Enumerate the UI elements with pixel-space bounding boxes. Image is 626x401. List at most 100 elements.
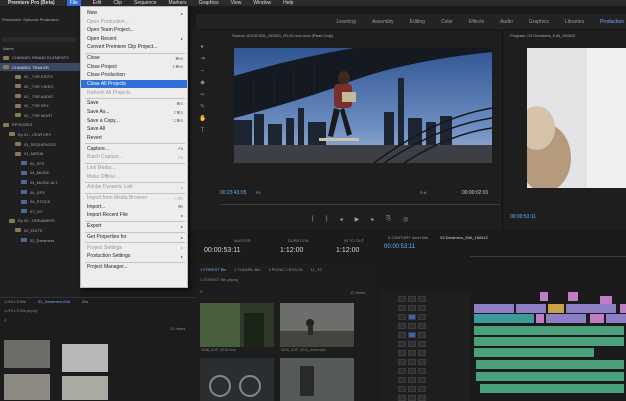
workspace-assembly[interactable]: Assembly [372, 19, 394, 25]
workspace-graphics[interactable]: Graphics [529, 19, 549, 25]
track-toggle-button[interactable] [408, 359, 416, 365]
project-tree-item[interactable]: CHANNEL BRAND ELEMENTS [0, 54, 80, 62]
video-clip[interactable] [516, 304, 546, 313]
file-menu-item[interactable]: Export ▸ [81, 222, 187, 230]
menu-help[interactable]: Help [283, 0, 293, 6]
tab-tunnel-bin[interactable]: 2 TUNNEL Bin [234, 267, 260, 272]
audio-clip[interactable] [476, 372, 624, 381]
video-clip[interactable] [540, 292, 548, 301]
audio-clip[interactable] [476, 360, 624, 369]
ripple-tool-icon[interactable]: ⇔ [199, 68, 206, 75]
project-tree-item[interactable]: 07_VO [0, 207, 80, 215]
project-search-input[interactable] [2, 37, 76, 42]
lower-left-thumb[interactable] [4, 374, 50, 400]
track-toggle-button[interactable] [398, 359, 406, 365]
video-clip[interactable] [590, 314, 604, 323]
track-toggle-button[interactable] [398, 314, 406, 320]
track-toggle-button[interactable] [398, 395, 406, 401]
tab-forest-bin[interactable]: 1 FOREST Bin [200, 267, 226, 272]
project-tree-item[interactable]: 02_Dreamers [0, 236, 80, 244]
razor-tool-icon[interactable]: ◆ [199, 80, 206, 87]
tab-century-short-film[interactable]: 0-CENTURY short film [388, 235, 428, 240]
track-toggle-button[interactable] [418, 368, 426, 374]
track-toggle-button[interactable] [418, 305, 426, 311]
file-menu-item[interactable]: Convert Premiere Clip Project... [81, 43, 187, 51]
step-forward-icon[interactable]: ▸ [371, 216, 374, 223]
tab-bin[interactable]: Bin [82, 299, 88, 304]
workspace-editing[interactable]: Editing [410, 19, 425, 25]
timeline-timecode[interactable]: 00:00:53:11 [384, 244, 415, 250]
file-menu-item[interactable]: Close Production [81, 71, 187, 79]
menu-graphics[interactable]: Graphics [199, 0, 219, 6]
file-menu-item[interactable]: Import... ⌘I [81, 203, 187, 211]
bin-search-icon[interactable]: ⌕ [200, 289, 206, 295]
insert-icon[interactable]: ⎘ [386, 216, 391, 223]
workspace-libraries[interactable]: Libraries [565, 19, 584, 25]
program-video-frame[interactable] [527, 48, 626, 188]
slip-tool-icon[interactable]: ⇿ [199, 92, 206, 99]
bin-thumbnail[interactable] [200, 358, 274, 401]
tab-dreamers-edit[interactable]: 03_Dreamers Edit [38, 299, 70, 304]
bin-thumbnail[interactable] [200, 303, 274, 347]
lower-left-search-icon[interactable]: ⌕ [4, 318, 10, 324]
audio-clip[interactable] [474, 337, 624, 346]
track-toggle-button[interactable] [418, 332, 426, 338]
video-clip[interactable] [568, 292, 578, 301]
file-menu-item[interactable]: Capture... F5 [81, 145, 187, 153]
track-toggle-button[interactable] [418, 359, 426, 365]
track-toggle-button[interactable] [418, 395, 426, 401]
project-tree-item[interactable]: 00 _TSR EDITS [0, 73, 80, 81]
file-menu-item[interactable]: Open Recent ▸ [81, 35, 187, 43]
file-menu-item[interactable]: New ▸ [81, 9, 187, 17]
track-toggle-button[interactable] [408, 305, 416, 311]
file-menu-item[interactable]: Get Properties for ▸ [81, 233, 187, 241]
track-toggle-button[interactable] [408, 368, 416, 374]
source-timecode[interactable]: 00:23:43:05 [220, 190, 246, 196]
project-tree-item[interactable]: 04_GFX [0, 188, 80, 196]
video-clip[interactable] [474, 314, 534, 323]
project-tree-item[interactable]: Name [0, 44, 80, 52]
tab-dreamers-sequence[interactable]: 03 Dreamers_Edit_180612 [440, 235, 488, 240]
file-menu-item[interactable]: Save As... ⇧⌘S [81, 108, 187, 116]
track-toggle-button[interactable] [418, 314, 426, 320]
source-quality-select[interactable]: Full [420, 190, 426, 195]
file-menu-item[interactable]: Close ⌘W [81, 54, 187, 62]
export-frame-icon[interactable]: ◎ [403, 216, 408, 223]
project-tree-item[interactable]: 01_SEQUENCES [0, 140, 80, 148]
source-time-ruler[interactable] [220, 204, 500, 212]
track-toggle-button[interactable] [408, 350, 416, 356]
track-toggle-button[interactable] [398, 296, 406, 302]
project-tree-item[interactable]: 00 _TSR MGRT [0, 111, 80, 119]
track-toggle-button[interactable] [398, 377, 406, 383]
project-tree-item[interactable]: 04_MUSIC ALT [0, 178, 80, 186]
workspace-learning[interactable]: Learning [336, 19, 355, 25]
track-toggle-button[interactable] [398, 368, 406, 374]
track-toggle-button[interactable] [398, 350, 406, 356]
track-toggle-button[interactable] [398, 332, 406, 338]
audio-clip[interactable] [474, 326, 624, 335]
file-menu-item[interactable]: Close All Projects [81, 80, 187, 88]
track-toggle-button[interactable] [398, 305, 406, 311]
video-clip[interactable] [620, 304, 626, 313]
track-toggle-button[interactable] [418, 296, 426, 302]
tab-11-tc[interactable]: 11_TC [311, 267, 323, 272]
file-menu-item[interactable]: Save ⌘S [81, 99, 187, 107]
project-tree-item[interactable]: 04_STOCK [0, 198, 80, 206]
track-toggle-button[interactable] [408, 395, 416, 401]
lower-left-thumb[interactable] [4, 340, 50, 368]
video-clip[interactable] [546, 314, 586, 323]
hand-tool-icon[interactable]: ✋ [199, 116, 206, 123]
tab-hs-ls-bin[interactable]: 1-HS.LS Bin [4, 299, 26, 304]
menu-file[interactable]: File [66, 0, 81, 6]
track-toggle-button[interactable] [418, 323, 426, 329]
project-tree-item[interactable]: 00 _TSR VIDEO [0, 82, 80, 90]
file-menu-item[interactable]: Revert [81, 134, 187, 142]
step-back-icon[interactable]: ◂ [340, 216, 343, 223]
track-toggle-button[interactable] [418, 377, 426, 383]
app-name[interactable]: Premiere Pro (Beta) [8, 0, 55, 6]
mark-out-icon[interactable]: } [326, 216, 328, 222]
file-menu-item[interactable]: Save All [81, 125, 187, 133]
workspace-audio[interactable]: Audio [500, 19, 513, 25]
bin-thumbnail[interactable] [280, 358, 354, 401]
track-toggle-button[interactable] [398, 386, 406, 392]
